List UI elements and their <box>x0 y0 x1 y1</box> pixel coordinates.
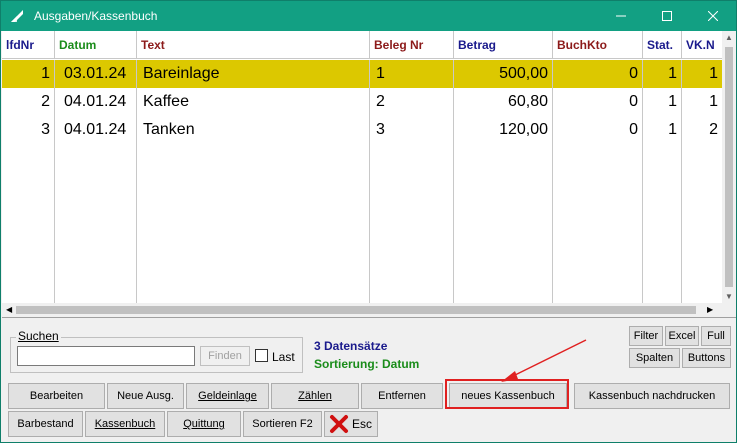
sort-status: Sortierung: Datum <box>314 357 420 371</box>
cell-betrag: 500,00 <box>454 60 553 88</box>
search-legend: Suchen <box>16 329 61 343</box>
barbestand-button[interactable]: Barbestand <box>8 411 83 437</box>
cell-vk: 1 <box>709 65 718 82</box>
horizontal-scroll-thumb[interactable] <box>16 306 696 314</box>
grid-header: lfdNr Datum Text Beleg Nr Betrag BuchKto… <box>2 31 722 59</box>
column-header-beleg[interactable]: Beleg Nr <box>370 31 454 59</box>
full-button[interactable]: Full <box>701 326 731 346</box>
app-logo-icon <box>11 10 23 22</box>
zaehlen-button[interactable]: Zählen <box>271 383 359 409</box>
kassenbuch-label: Kassenbuch <box>94 418 156 430</box>
cell-vk: 2 <box>709 121 718 138</box>
grid-line <box>642 144 643 303</box>
cell-stat: 1 <box>643 88 682 116</box>
zaehlen-label: Zählen <box>298 390 332 402</box>
sortieren-button[interactable]: Sortieren F2 <box>243 411 322 437</box>
grid-line <box>453 144 454 303</box>
filter-button[interactable]: Filter <box>629 326 663 346</box>
last-checkbox-label: Last <box>272 350 295 364</box>
vertical-scroll-thumb[interactable] <box>725 47 733 287</box>
table-row[interactable]: 3 04.01.24 Tanken 3 120,00 0 1 2 <box>2 116 722 144</box>
cell-betrag: 60,80 <box>454 88 553 116</box>
data-grid[interactable]: lfdNr Datum Text Beleg Nr Betrag BuchKto… <box>2 31 736 318</box>
column-header-betrag[interactable]: Betrag <box>454 31 553 59</box>
scroll-right-icon[interactable]: ▶ <box>707 305 713 314</box>
cell-lfdnr: 2 <box>2 88 55 116</box>
cell-stat: 1 <box>643 60 682 88</box>
esc-button[interactable]: Esc <box>324 411 378 437</box>
table-row[interactable]: 1 03.01.24 Bareinlage 1 500,00 0 1 1 <box>2 60 722 88</box>
column-header-lfdnr[interactable]: lfdNr <box>2 31 55 59</box>
grid-line <box>681 144 682 303</box>
find-button[interactable]: Finden <box>200 346 250 366</box>
column-header-vk[interactable]: VK.N <box>682 31 722 59</box>
cell-beleg: 2 <box>370 88 454 116</box>
grid-line <box>369 144 370 303</box>
cell-stat: 1 <box>643 116 682 144</box>
search-input[interactable] <box>17 346 195 366</box>
cell-datum: 04.01.24 <box>55 88 137 116</box>
cell-buchkto: 0 <box>553 116 643 144</box>
column-header-text[interactable]: Text <box>137 31 370 59</box>
column-header-datum[interactable]: Datum <box>55 31 137 59</box>
column-header-buchkto[interactable]: BuchKto <box>553 31 643 59</box>
geldeinlage-label: Geldeinlage <box>198 390 257 402</box>
cell-buchkto: 0 <box>553 88 643 116</box>
window-title: Ausgaben/Kassenbuch <box>34 9 158 23</box>
esc-label: Esc <box>352 417 373 431</box>
vertical-scrollbar[interactable]: ▲ ▼ <box>722 31 736 303</box>
title-bar[interactable]: Ausgaben/Kassenbuch <box>1 1 736 31</box>
maximize-button[interactable] <box>644 1 690 31</box>
table-row[interactable]: 2 04.01.24 Kaffee 2 60,80 0 1 1 <box>2 88 722 116</box>
cell-beleg: 1 <box>370 60 454 88</box>
cell-betrag: 120,00 <box>454 116 553 144</box>
cell-text: Kaffee <box>137 88 370 116</box>
kassenbuch-button[interactable]: Kassenbuch <box>85 411 165 437</box>
cell-beleg: 3 <box>370 116 454 144</box>
scroll-up-icon[interactable]: ▲ <box>725 33 733 42</box>
scroll-left-icon[interactable]: ◀ <box>6 305 12 314</box>
search-legend-text: Suchen <box>18 329 59 343</box>
grid-line <box>552 144 553 303</box>
highlight-box <box>445 379 569 409</box>
red-x-icon <box>330 415 348 433</box>
last-checkbox[interactable] <box>255 349 268 362</box>
cell-datum: 03.01.24 <box>55 60 137 88</box>
cell-datum: 04.01.24 <box>55 116 137 144</box>
horizontal-scrollbar[interactable]: ◀ ▶ <box>2 303 736 317</box>
maximize-icon <box>662 11 672 21</box>
cell-buchkto: 0 <box>553 60 643 88</box>
column-header-stat[interactable]: Stat. <box>643 31 682 59</box>
cell-lfdnr: 1 <box>2 60 55 88</box>
geldeinlage-button[interactable]: Geldeinlage <box>186 383 269 409</box>
kassenbuch-nachdrucken-button[interactable]: Kassenbuch nachdrucken <box>574 383 730 409</box>
bearbeiten-button[interactable]: Bearbeiten <box>8 383 105 409</box>
scroll-down-icon[interactable]: ▼ <box>725 292 733 301</box>
cell-text: Tanken <box>137 116 370 144</box>
grid-line <box>54 144 55 303</box>
cell-lfdnr: 3 <box>2 116 55 144</box>
record-count: 3 Datensätze <box>314 339 388 353</box>
minimize-button[interactable] <box>598 1 644 31</box>
spalten-button[interactable]: Spalten <box>629 348 680 368</box>
excel-button[interactable]: Excel <box>665 326 699 346</box>
buttons-button[interactable]: Buttons <box>682 348 731 368</box>
cell-text: Bareinlage <box>137 60 370 88</box>
entfernen-button[interactable]: Entfernen <box>361 383 443 409</box>
neue-ausgabe-button[interactable]: Neue Ausg. <box>107 383 184 409</box>
minimize-icon <box>616 15 626 17</box>
close-icon <box>708 11 718 21</box>
grid-line <box>136 144 137 303</box>
cell-vk: 1 <box>709 93 718 110</box>
quittung-button[interactable]: Quittung <box>167 411 241 437</box>
close-button[interactable] <box>690 1 736 31</box>
main-window: Ausgaben/Kassenbuch lfdNr Datum Text Bel… <box>0 0 737 443</box>
quittung-label: Quittung <box>183 418 225 430</box>
